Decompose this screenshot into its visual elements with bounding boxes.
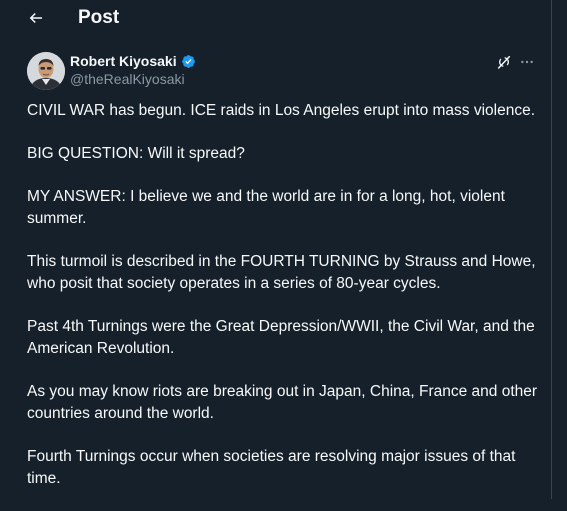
grok-icon <box>497 55 511 69</box>
author-name[interactable]: Robert Kiyosaki <box>70 52 177 70</box>
author-handle[interactable]: @theRealKiyosaki <box>70 70 185 88</box>
page-title: Post <box>78 7 120 28</box>
profile-photo <box>27 52 65 90</box>
tweet-paragraph: CIVIL WAR has begun. ICE raids in Los An… <box>27 102 536 119</box>
tweet-paragraph: As you may know riots are breaking out i… <box>27 383 538 422</box>
author-name-row: Robert Kiyosaki <box>70 52 196 70</box>
more-horizontal-icon <box>521 60 533 64</box>
tweet-paragraph: Past 4th Turnings were the Great Depress… <box>27 318 535 357</box>
grok-button[interactable] <box>494 52 514 72</box>
tweet-text: CIVIL WAR has begun. ICE raids in Los An… <box>27 100 539 511</box>
post-header: Post <box>0 0 551 36</box>
post-column: Post Robert Kiyosaki @theRealKiyosaki CI… <box>0 0 552 499</box>
tweet-paragraph: This turmoil is described in the FOURTH … <box>27 253 536 292</box>
avatar[interactable] <box>27 52 65 90</box>
tweet-paragraph: BIG QUESTION: Will it spread? <box>27 145 245 162</box>
back-button[interactable] <box>22 4 50 32</box>
verified-badge-icon <box>181 54 195 68</box>
more-options-button[interactable] <box>517 52 537 72</box>
tweet-paragraph: MY ANSWER: I believe we and the world ar… <box>27 188 505 227</box>
arrow-left-icon <box>29 12 42 24</box>
tweet-paragraph: Fourth Turnings occur when societies are… <box>27 448 516 487</box>
